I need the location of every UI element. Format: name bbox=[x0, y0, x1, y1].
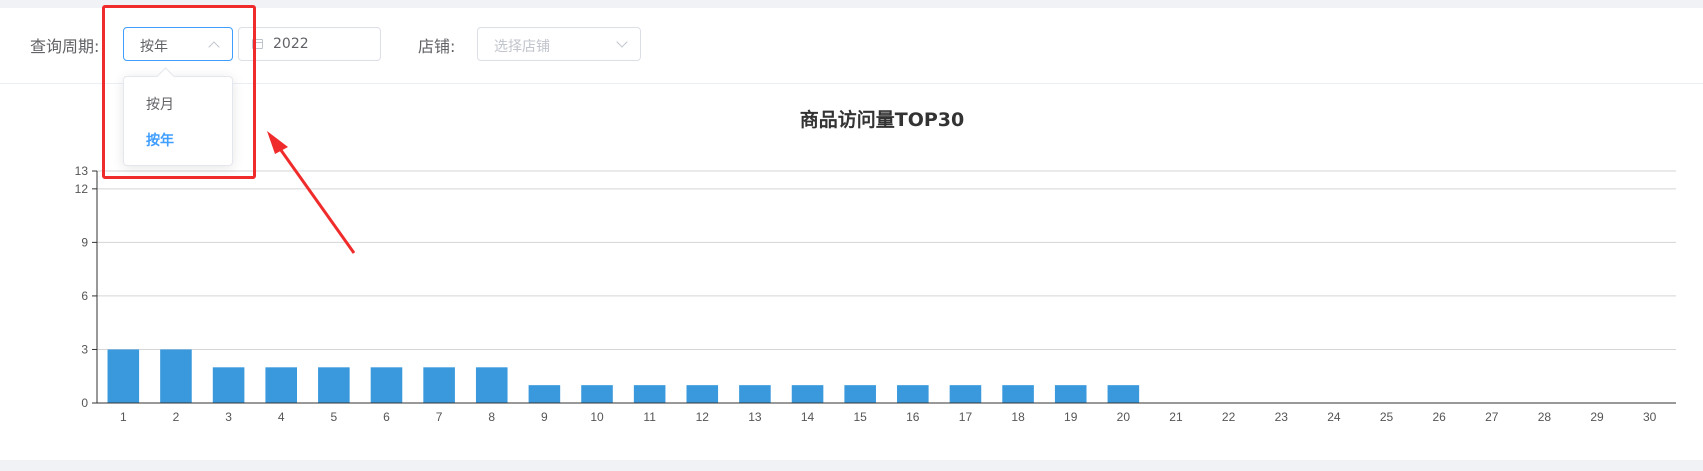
annotation-arrow bbox=[267, 131, 356, 254]
bar bbox=[844, 385, 876, 403]
y-tick-label: 0 bbox=[81, 396, 88, 410]
bar bbox=[212, 367, 245, 403]
x-tick-label: 3 bbox=[225, 410, 232, 424]
bar bbox=[581, 385, 613, 403]
x-tick-label: 30 bbox=[1643, 410, 1657, 424]
x-tick-label: 20 bbox=[1117, 410, 1131, 424]
x-tick-label: 19 bbox=[1064, 410, 1078, 424]
bar bbox=[897, 385, 929, 403]
bar bbox=[949, 385, 982, 403]
x-tick-label: 23 bbox=[1275, 410, 1289, 424]
x-tick-label: 10 bbox=[590, 410, 604, 424]
x-tick-label: 16 bbox=[906, 410, 920, 424]
bar bbox=[107, 349, 140, 403]
bar bbox=[791, 385, 824, 403]
y-tick-label: 9 bbox=[81, 235, 88, 249]
bars bbox=[107, 349, 1140, 403]
x-tick-label: 6 bbox=[383, 410, 390, 424]
x-tick-label: 9 bbox=[541, 410, 548, 424]
x-tick-label: 7 bbox=[436, 410, 443, 424]
x-tick-label: 27 bbox=[1485, 410, 1499, 424]
bar bbox=[160, 349, 192, 403]
x-tick-label: 1 bbox=[120, 410, 127, 424]
bar bbox=[265, 367, 298, 403]
x-tick-label: 26 bbox=[1432, 410, 1446, 424]
bar bbox=[739, 385, 771, 403]
x-tick-label: 28 bbox=[1538, 410, 1552, 424]
x-tick-label: 12 bbox=[696, 410, 710, 424]
chart-title: 商品访问量TOP30 bbox=[800, 108, 964, 131]
x-tick-label: 24 bbox=[1327, 410, 1341, 424]
x-tick-label: 18 bbox=[1011, 410, 1025, 424]
bar bbox=[370, 367, 403, 403]
bar bbox=[686, 385, 719, 403]
x-tick-label: 13 bbox=[748, 410, 762, 424]
x-tick-label: 22 bbox=[1222, 410, 1236, 424]
bar bbox=[423, 367, 455, 403]
bar bbox=[1054, 385, 1087, 403]
x-tick-label: 15 bbox=[854, 410, 868, 424]
x-tick-label: 2 bbox=[173, 410, 180, 424]
bar bbox=[528, 385, 561, 403]
x-tick-label: 8 bbox=[488, 410, 495, 424]
y-tick-labels: 0 3 6 9 12 13 bbox=[75, 164, 89, 410]
x-tick-label: 25 bbox=[1380, 410, 1394, 424]
x-tick-label: 29 bbox=[1590, 410, 1604, 424]
y-tick-label: 13 bbox=[75, 164, 89, 178]
bar bbox=[318, 367, 350, 403]
x-tick-label: 17 bbox=[959, 410, 973, 424]
x-tick-label: 14 bbox=[801, 410, 815, 424]
x-tick-label: 11 bbox=[643, 410, 656, 424]
bar bbox=[1107, 385, 1140, 403]
x-tick-labels: 1 2 3 4 5 6 7 8 9 10 11 12 13 14 15 16 17 18 19 20 21 22 23 24 2… bbox=[120, 410, 1657, 424]
bar bbox=[1002, 385, 1034, 403]
x-tick-label: 21 bbox=[1169, 410, 1183, 424]
x-tick-label: 5 bbox=[331, 410, 338, 424]
annotation-highlight-box bbox=[102, 5, 256, 179]
y-tick-label: 12 bbox=[75, 182, 89, 196]
bar bbox=[475, 367, 508, 403]
x-tick-label: 4 bbox=[278, 410, 285, 424]
bar bbox=[633, 385, 666, 403]
y-tick-label: 3 bbox=[81, 342, 88, 356]
y-tick-label: 6 bbox=[81, 289, 88, 303]
